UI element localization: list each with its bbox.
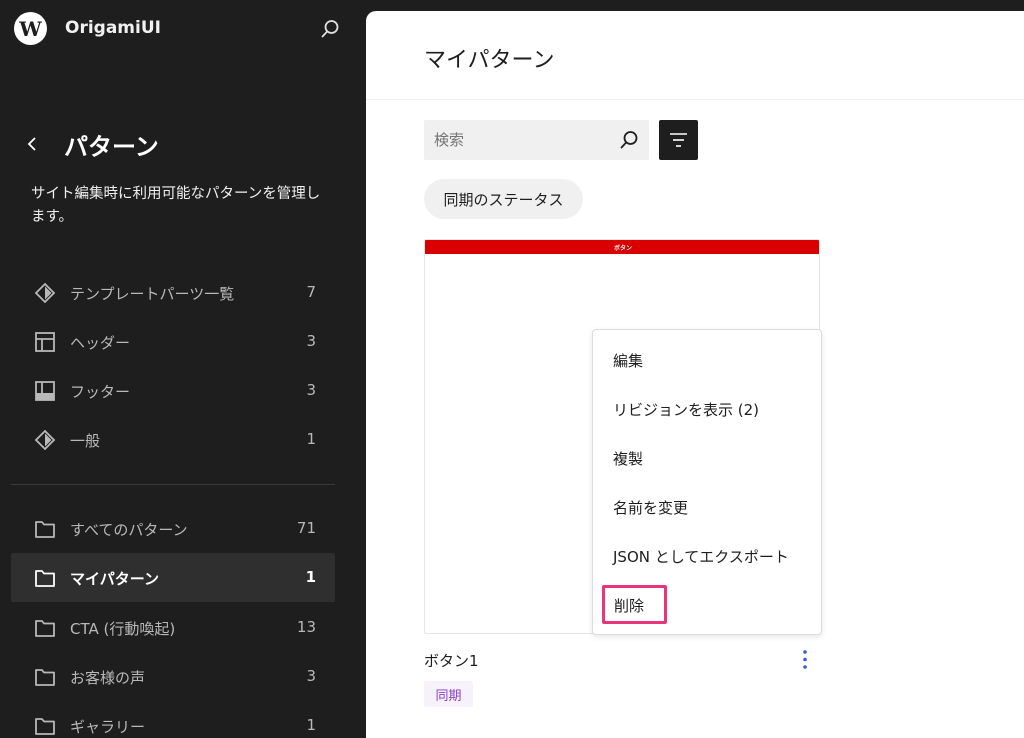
pattern-preview-button-bar: ボタン: [425, 240, 819, 254]
folder-icon: [35, 570, 55, 587]
sidebar-item-all-patterns[interactable]: すべてのパターン 71: [11, 504, 335, 553]
sidebar-item-label: お客様の声: [70, 669, 146, 687]
pattern-name[interactable]: ボタン1: [424, 650, 479, 671]
menu-item-export-json[interactable]: JSON としてエクスポート: [613, 546, 789, 567]
page-title: マイパターン: [424, 48, 555, 73]
sidebar-item-label: ヘッダー: [70, 334, 131, 352]
sidebar-item-label: CTA (行動喚起): [70, 620, 176, 638]
sidebar-item-count: 3: [306, 667, 316, 685]
sidebar-item-gallery[interactable]: ギャラリー 1: [11, 701, 335, 738]
wordpress-logo-icon[interactable]: W: [14, 12, 47, 45]
more-options-icon[interactable]: [794, 647, 816, 673]
sidebar-item-count: 7: [306, 283, 316, 301]
search-icon[interactable]: [318, 17, 342, 41]
site-header: W OrigamiUI: [0, 0, 366, 60]
sidebar-item-count: 1: [306, 430, 316, 448]
sidebar-item-label: 一般: [70, 432, 101, 450]
sidebar-item-label: すべてのパターン: [70, 521, 188, 539]
sidebar-item-count: 1: [305, 568, 316, 586]
pattern-actions-menu: 編集 リビジョンを表示 (2) 複製 名前を変更 JSON としてエクスポート …: [592, 329, 822, 635]
sidebar-item-count: 13: [296, 618, 316, 636]
sidebar-item-testimonials[interactable]: お客様の声 3: [11, 652, 335, 701]
diamond-icon: [34, 429, 56, 451]
menu-item-delete[interactable]: 削除: [602, 585, 667, 624]
page-header: マイパターン: [366, 11, 1024, 100]
sidebar-divider: [11, 484, 335, 485]
folder-icon: [35, 718, 55, 735]
sidebar-item-label: マイパターン: [70, 570, 159, 588]
sidebar-item-my-patterns[interactable]: マイパターン 1: [11, 553, 335, 602]
search-box: [424, 120, 649, 160]
menu-item-edit[interactable]: 編集: [613, 350, 643, 371]
sidebar-item-label: ギャラリー: [70, 718, 146, 736]
filter-icon: [670, 133, 687, 147]
sidebar-item-count: 71: [296, 519, 316, 537]
sidebar-description: サイト編集時に利用可能なパターンを管理します。: [31, 186, 321, 225]
folder-icon: [35, 521, 55, 538]
sidebar-item-general[interactable]: 一般 1: [11, 415, 335, 464]
filter-button[interactable]: [659, 120, 698, 160]
folder-icon: [35, 669, 55, 686]
sidebar-item-cta[interactable]: CTA (行動喚起) 13: [11, 603, 335, 652]
sidebar-item-label: テンプレートパーツ一覧: [70, 285, 235, 303]
sidebar-item-count: 3: [306, 381, 316, 399]
site-name[interactable]: OrigamiUI: [65, 18, 161, 38]
menu-item-rename[interactable]: 名前を変更: [613, 497, 688, 518]
menu-item-view-revisions[interactable]: リビジョンを表示 (2): [613, 399, 759, 420]
menu-item-duplicate[interactable]: 複製: [613, 448, 643, 469]
sidebar-item-template-parts[interactable]: テンプレートパーツ一覧 7: [11, 268, 335, 317]
sidebar-title: パターン: [64, 133, 159, 161]
sidebar-item-footer[interactable]: フッター 3: [11, 366, 335, 415]
sync-badge: 同期: [424, 681, 473, 707]
sidebar: W OrigamiUI パターン サイト編集時に利用可能なパターンを管理します。…: [0, 0, 366, 738]
header-layout-icon: [35, 332, 55, 352]
sync-status-filter[interactable]: 同期のステータス: [424, 179, 583, 219]
footer-layout-icon: [35, 381, 55, 401]
sidebar-item-count: 1: [306, 716, 316, 734]
pattern-preview-text: ボタン: [613, 244, 632, 252]
sidebar-item-count: 3: [306, 332, 316, 350]
diamond-icon: [34, 282, 56, 304]
search-input[interactable]: [424, 120, 614, 160]
back-chevron-icon[interactable]: [22, 133, 42, 155]
sidebar-item-label: フッター: [70, 383, 131, 401]
search-icon[interactable]: [617, 128, 641, 152]
sidebar-item-header[interactable]: ヘッダー 3: [11, 317, 335, 366]
folder-icon: [35, 620, 55, 637]
